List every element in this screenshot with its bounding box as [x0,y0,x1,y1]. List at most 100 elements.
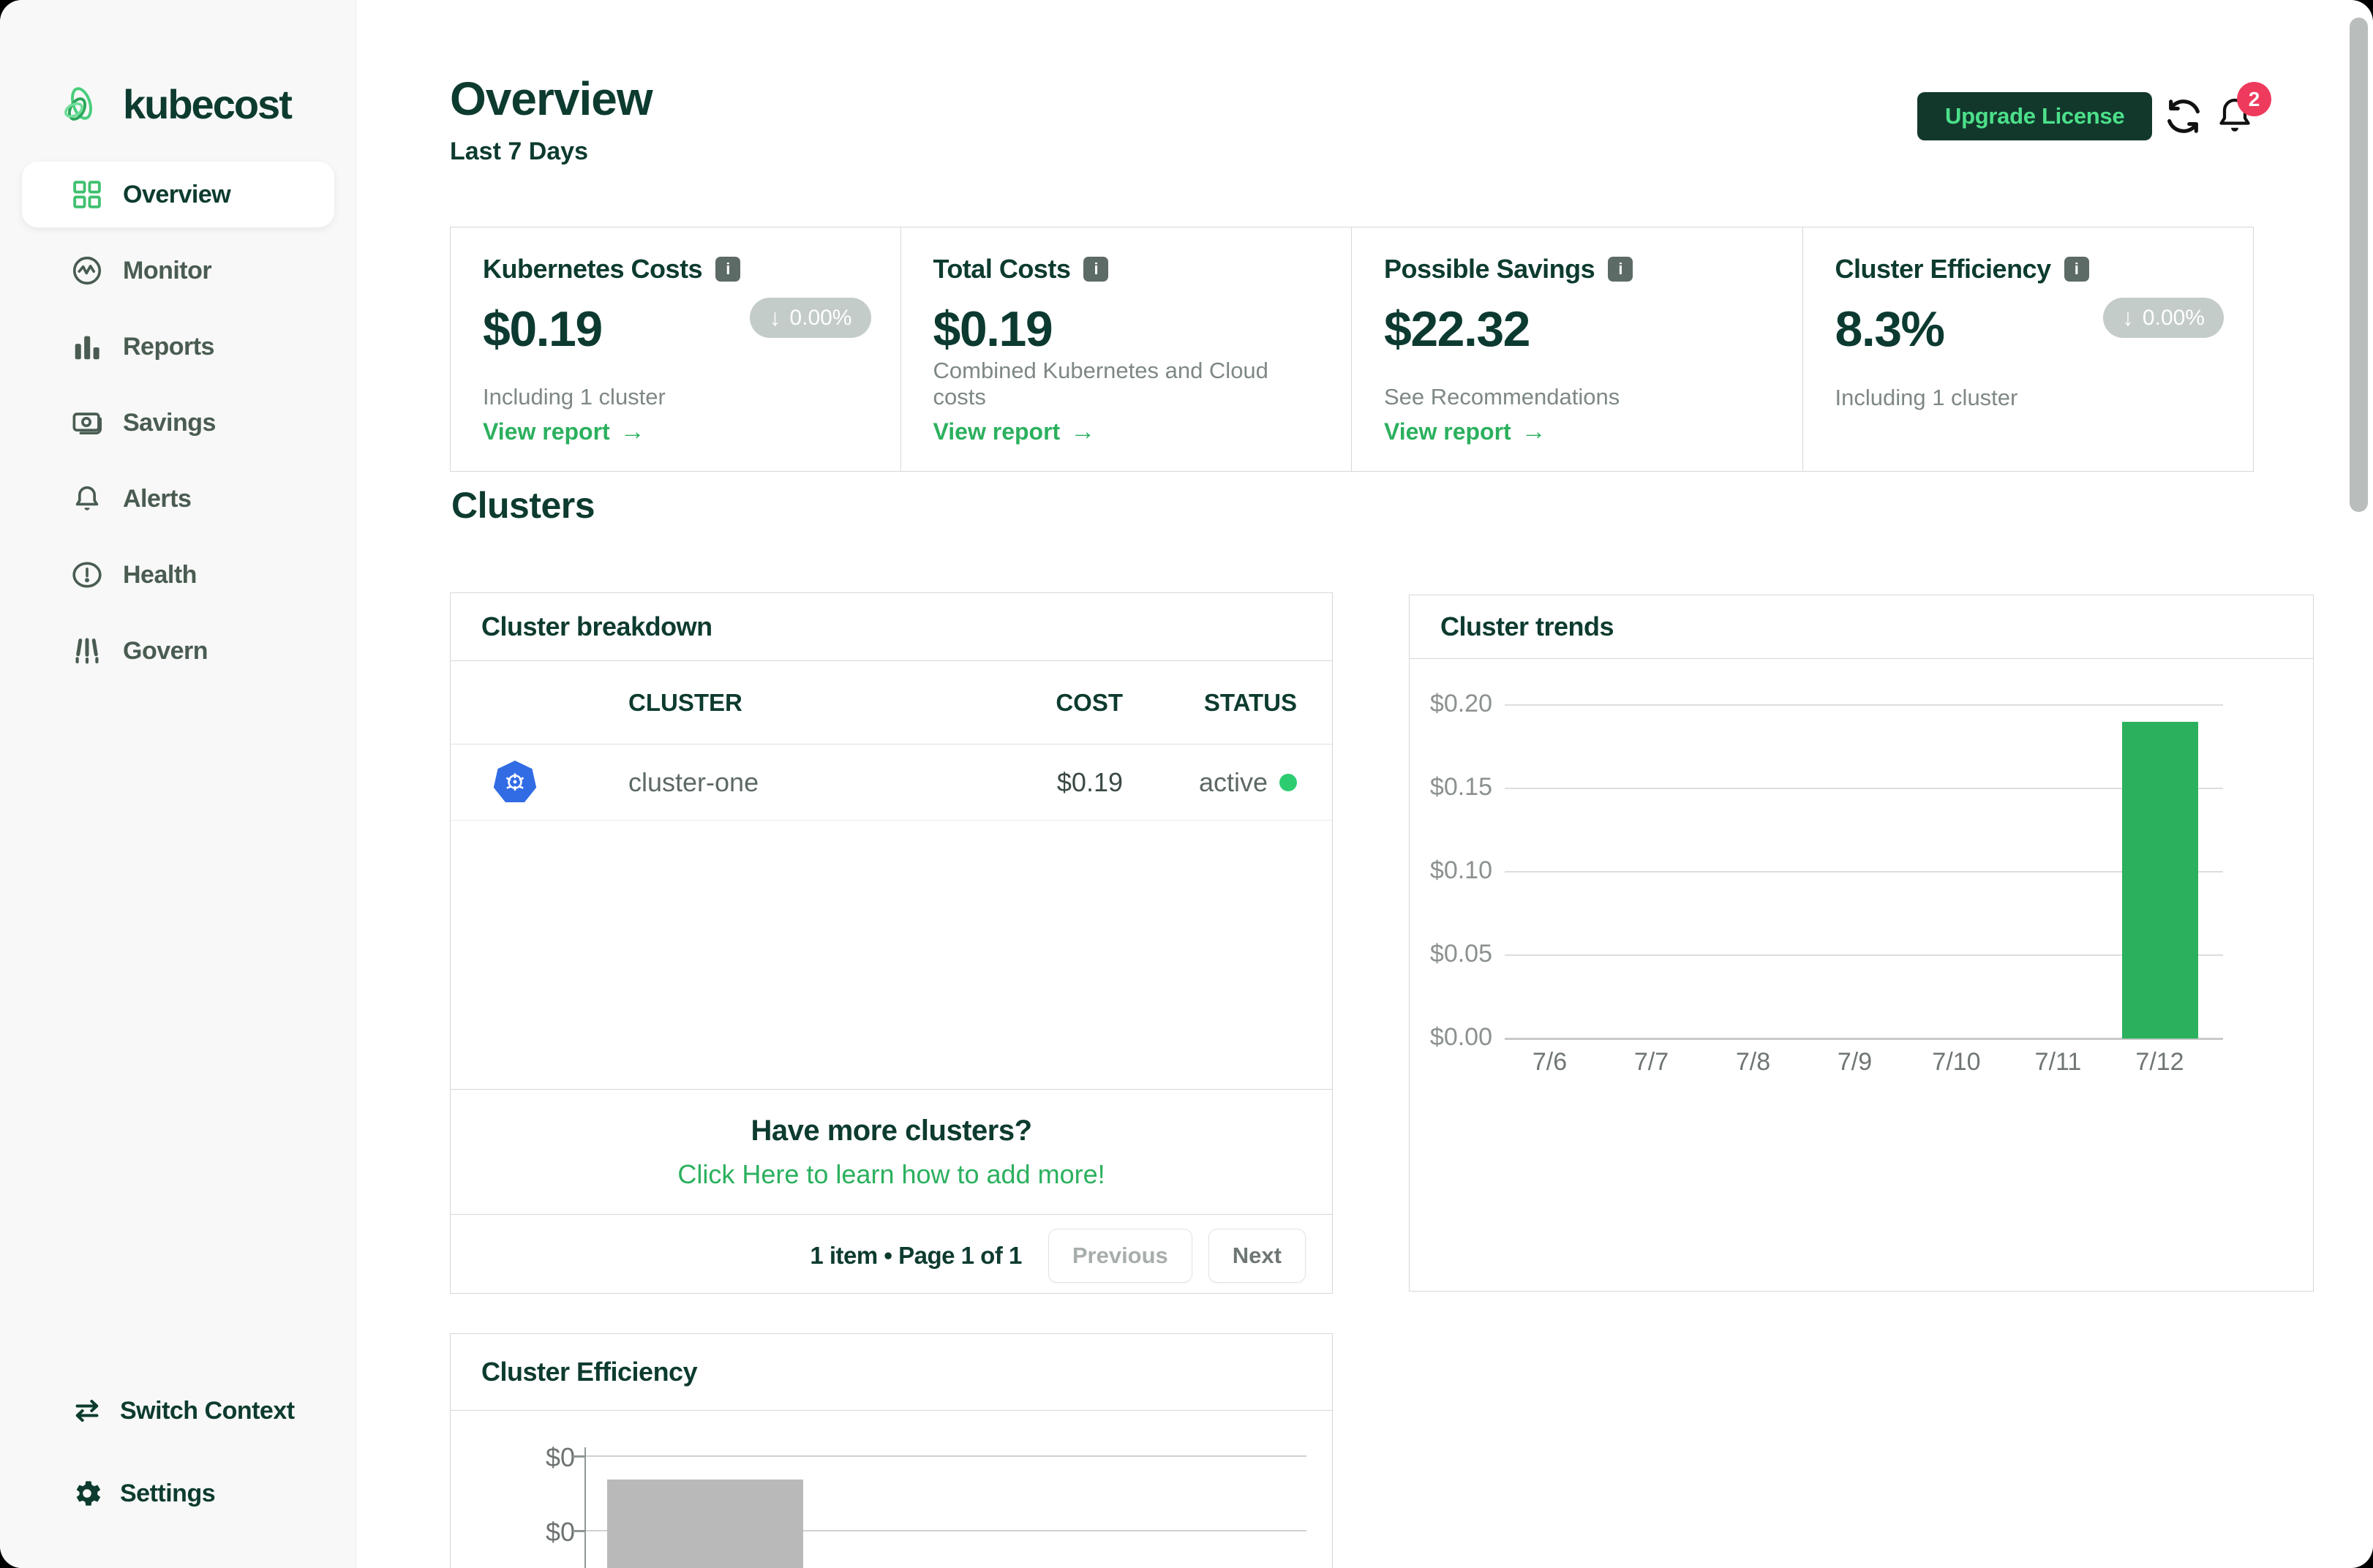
grid-icon [70,178,104,211]
stat-card-subtitle: See Recommendations [1384,384,1620,410]
info-icon[interactable]: i [715,257,741,282]
sidebar-item-govern[interactable]: Govern [22,618,334,684]
cluster-table-header: CLUSTER COST STATUS [451,661,1332,745]
trends-gridline [1505,788,2223,789]
add-clusters-link[interactable]: Click Here to learn how to add more! [677,1159,1105,1190]
cluster-name-cell: cluster-one [628,766,759,797]
vertical-scrollbar[interactable] [2350,18,2368,512]
add-clusters-prompt: Have more clusters? Click Here to learn … [451,1089,1332,1214]
sidebar-item-label: Govern [123,636,208,665]
trends-gridline [1505,871,2223,872]
next-page-button[interactable]: Next [1208,1229,1306,1283]
bell-icon [70,482,104,516]
arrow-right-icon: → [1521,418,1546,445]
efficiency-y-axis [584,1447,586,1568]
pagination-bar: 1 item • Page 1 of 1 Previous Next [451,1214,1332,1297]
cluster-efficiency-title: Cluster Efficiency [451,1334,1332,1411]
settings-label: Settings [120,1479,216,1507]
page-title: Overview [450,72,653,125]
status-active-dot-icon [1279,773,1297,791]
trends-gridline [1505,1038,2223,1040]
trends-y-tick-label: $0.05 [1429,940,1492,968]
arrow-right-icon: → [620,418,645,445]
pagination-summary: 1 item • Page 1 of 1 [810,1242,1022,1269]
column-header-cluster[interactable]: CLUSTER [579,689,786,717]
view-report-link[interactable]: View report → [1384,418,1773,446]
upgrade-license-button[interactable]: Upgrade License [1917,92,2153,140]
trends-x-tick-label: 7/6 [1532,1048,1568,1076]
change-badge: ↓ 0.00% [2102,298,2224,338]
stat-card-kubernetes-costs: Kubernetes Costs i $0.19 ↓ 0.00% Includi… [450,227,901,472]
trends-x-tick-label: 7/10 [1932,1048,1981,1076]
sidebar-item-label: Alerts [123,484,192,513]
cluster-efficiency-card: Cluster Efficiency $0 $0 [450,1333,1333,1568]
clusters-section-heading: Clusters [451,485,595,526]
trends-y-tick-label: $0.10 [1429,856,1492,884]
down-arrow-icon: ↓ [769,304,781,331]
cluster-trends-title: Cluster trends [1410,595,2313,659]
sidebar-footer: Switch Context Settings [0,1382,356,1568]
table-row-cluster-one[interactable]: cluster-one $0.19 active [451,745,1332,821]
info-icon[interactable]: i [1608,257,1633,282]
trends-x-tick-label: 7/9 [1837,1048,1873,1076]
sidebar-item-label: Overview [123,180,231,208]
stat-card-total-costs: Total Costs i $0.19 Combined Kubernetes … [900,227,1352,472]
efficiency-bar [607,1480,803,1568]
bar-chart-icon [70,330,104,363]
trends-y-tick-label: $0.20 [1429,690,1492,717]
sidebar-item-label: Savings [123,408,216,437]
previous-page-button[interactable]: Previous [1048,1229,1192,1283]
stat-card-subtitle: Including 1 cluster [1835,385,2018,410]
sidebar-item-monitor[interactable]: Monitor [22,238,334,304]
view-report-link[interactable]: View report → [933,418,1323,446]
stat-card-title: Possible Savings i [1384,254,1773,284]
sidebar-item-label: Monitor [123,256,212,284]
sidebar-item-alerts[interactable]: Alerts [22,466,334,532]
logo-wordmark: kubecost [123,81,293,127]
table-empty-space [451,821,1332,1089]
kubecost-logo: kubecost [59,76,293,132]
sidebar-item-health[interactable]: Health [22,542,334,608]
sidebar-nav: Overview Monitor Reports Savings Alerts … [0,162,356,694]
stat-card-subtitle: Including 1 cluster [483,384,666,410]
column-header-status[interactable]: STATUS [1123,689,1332,717]
sidebar-item-savings[interactable]: Savings [22,390,334,456]
column-header-cost[interactable]: COST [786,689,1123,717]
refresh-icon[interactable] [2161,94,2206,139]
settings-button[interactable]: Settings [0,1464,356,1523]
cluster-trends-card: Cluster trends $0.20 $0.15 $0.10 $0.05 $0.00… [1409,595,2314,1292]
monitor-pulse-icon [70,254,104,287]
info-icon[interactable]: i [2064,257,2089,282]
trends-chart-area: $0.20 $0.15 $0.10 $0.05 $0.00 7/6 7/7 7/8 7/9 7/1… [1410,659,2313,1291]
trends-gridline [1505,954,2223,956]
down-arrow-icon: ↓ [2121,304,2134,331]
trends-x-tick-label: 7/7 [1633,1048,1669,1076]
notification-count-badge: 2 [2237,82,2271,116]
efficiency-gridline [584,1455,1306,1457]
info-icon[interactable]: i [1083,257,1109,282]
stat-card-value: $0.19 [933,301,1053,357]
efficiency-y-tick-label: $0 [545,1517,575,1547]
arrow-right-icon: → [1070,418,1096,445]
efficiency-y-tick-label: $0 [545,1442,575,1472]
kubecost-leaf-logo-icon [59,76,111,132]
trends-y-tick-label: $0.15 [1429,773,1492,801]
stat-card-title: Cluster Efficiency i [1835,254,2225,284]
sidebar-item-overview[interactable]: Overview [22,162,334,227]
app-window: kubecost Overview Monitor Reports Saving… [0,0,2373,1568]
sidebar-item-reports[interactable]: Reports [22,314,334,380]
stat-card-title: Kubernetes Costs i [483,254,871,284]
cluster-cost-cell: $0.19 [1056,766,1123,797]
switch-context-button[interactable]: Switch Context [0,1382,356,1440]
trends-gridline [1505,704,2223,706]
stat-card-value: $22.32 [1384,301,1530,357]
cluster-status-cell: active [1123,767,1332,798]
health-alert-icon [70,558,104,592]
change-badge: ↓ 0.00% [750,298,871,338]
kubernetes-logo-icon [451,759,579,806]
stat-cards-row: Kubernetes Costs i $0.19 ↓ 0.00% Includi… [450,227,2254,472]
sidebar: kubecost Overview Monitor Reports Saving… [0,0,356,1568]
cluster-breakdown-title: Cluster breakdown [451,593,1332,661]
trends-bar[interactable] [2121,722,2198,1039]
view-report-link[interactable]: View report → [483,418,871,446]
